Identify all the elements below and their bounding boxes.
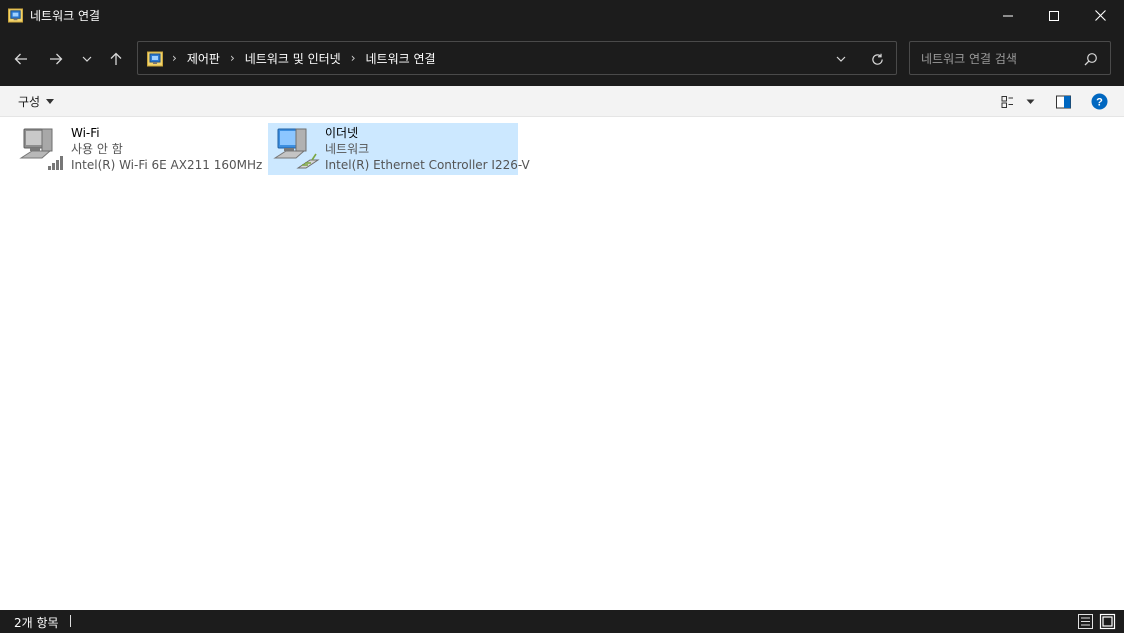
status-divider (70, 615, 71, 627)
connection-status: 네트워크 (325, 142, 370, 156)
arrow-left-icon (14, 53, 27, 65)
address-bar[interactable]: › 제어판 › 네트워크 및 인터넷 › 네트워크 연결 (137, 41, 897, 75)
title-bar: 네트워크 연결 (0, 0, 1124, 31)
search-placeholder: 네트워크 연결 검색 (921, 52, 1017, 66)
caret-down-icon (1026, 99, 1035, 104)
breadcrumb-separator-icon[interactable]: › (230, 51, 235, 65)
control-panel-icon (147, 51, 163, 67)
navigation-bar: › 제어판 › 네트워크 및 인터넷 › 네트워크 연결 네트워크 연결 검색 (0, 31, 1124, 86)
organize-menu-button[interactable]: 구성 (18, 93, 55, 110)
caret-down-icon (46, 99, 55, 104)
recent-locations-button[interactable] (74, 46, 100, 72)
connection-name: Wi-Fi (71, 126, 100, 140)
back-button[interactable] (8, 46, 34, 72)
preview-pane-icon (1056, 95, 1071, 108)
breadcrumb: › 제어판 › 네트워크 및 인터넷 › 네트워크 연결 (170, 50, 444, 66)
address-history-button[interactable] (832, 50, 850, 68)
large-icons-view-icon[interactable] (1099, 613, 1116, 630)
up-button[interactable] (103, 46, 129, 72)
organize-label: 구성 (18, 95, 41, 109)
command-bar: 구성 ? (0, 86, 1124, 117)
help-icon: ? (1091, 93, 1108, 110)
item-count: 2개 항목 (14, 616, 59, 630)
refresh-icon (871, 53, 883, 65)
minimize-icon (1003, 15, 1013, 16)
maximize-icon (1049, 10, 1059, 21)
connection-item-wifi[interactable]: Wi-Fi 사용 안 함 Intel(R) Wi-Fi 6E AX211 160… (14, 123, 264, 175)
change-view-button[interactable] (1001, 93, 1015, 110)
connection-device: Intel(R) Wi-Fi 6E AX211 160MHz (71, 158, 263, 172)
network-connections-app-icon (8, 8, 23, 23)
svg-text:?: ? (1096, 97, 1103, 109)
status-bar: 2개 항목 (0, 610, 1124, 633)
connection-device: Intel(R) Ethernet Controller I226-V (325, 158, 530, 172)
close-button[interactable] (1077, 0, 1123, 31)
chevron-down-icon (836, 56, 846, 62)
preview-pane-button[interactable] (1056, 93, 1071, 110)
search-input[interactable]: 네트워크 연결 검색 (909, 41, 1111, 75)
minimize-button[interactable] (985, 0, 1031, 31)
help-button[interactable]: ? (1091, 93, 1108, 110)
breadcrumb-control-panel[interactable]: 제어판 (187, 50, 220, 67)
breadcrumb-network-internet[interactable]: 네트워크 및 인터넷 (245, 50, 341, 67)
view-tiles-icon (1001, 95, 1013, 108)
breadcrumb-separator-icon[interactable]: › (351, 51, 356, 65)
connections-list: Wi-Fi 사용 안 함 Intel(R) Wi-Fi 6E AX211 160… (0, 117, 1124, 610)
search-icon (1084, 53, 1097, 66)
connection-item-ethernet[interactable]: 이더넷 네트워크 Intel(R) Ethernet Controller I2… (268, 123, 530, 175)
arrow-right-icon (50, 53, 63, 65)
chevron-down-icon (82, 56, 92, 62)
arrow-up-icon (110, 52, 122, 65)
close-icon (1094, 10, 1106, 21)
connection-status: 사용 안 함 (71, 142, 123, 156)
wifi-adapter-icon (19, 128, 63, 170)
window-title: 네트워크 연결 (30, 9, 101, 23)
maximize-button[interactable] (1031, 0, 1077, 31)
refresh-button[interactable] (868, 50, 886, 68)
view-options-dropdown[interactable] (1026, 93, 1035, 110)
details-view-icon[interactable] (1077, 613, 1094, 630)
breadcrumb-network-connections[interactable]: 네트워크 연결 (366, 50, 436, 67)
connection-name: 이더넷 (325, 126, 359, 140)
ethernet-adapter-icon (273, 128, 320, 169)
breadcrumb-separator-icon: › (172, 51, 177, 65)
forward-button[interactable] (43, 46, 69, 72)
